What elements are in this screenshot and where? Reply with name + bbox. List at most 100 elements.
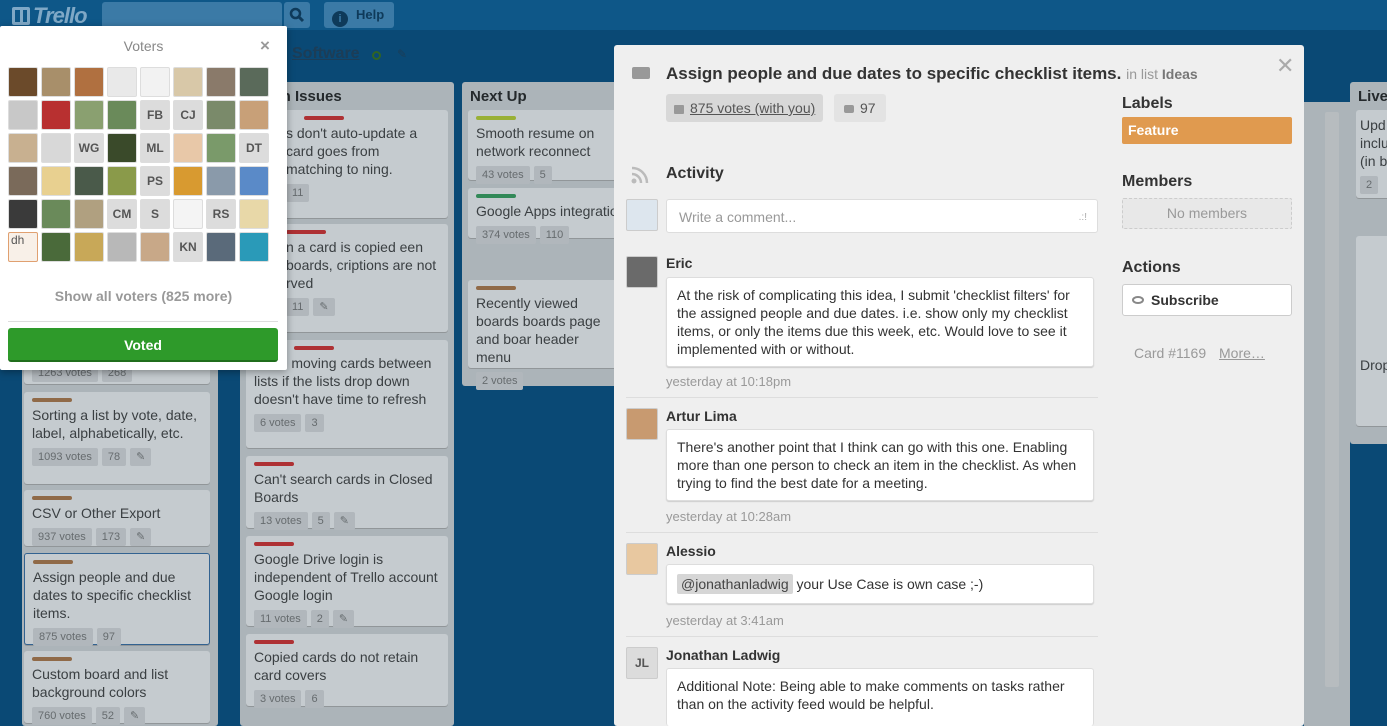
card-detail-title[interactable]: Assign people and due dates to specific … — [666, 64, 1198, 84]
list-card[interactable]: CSV or Other Export 937 votes 173 ✎ — [24, 490, 210, 546]
avatar[interactable] — [626, 256, 658, 288]
voter-avatar[interactable] — [107, 166, 137, 196]
voter-avatar[interactable] — [74, 199, 104, 229]
avatar[interactable]: JL — [626, 647, 658, 679]
voter-avatar[interactable]: CJ — [173, 100, 203, 130]
voter-avatar[interactable] — [239, 100, 269, 130]
vote-button[interactable]: 875 votes (with you) — [666, 94, 824, 122]
mention-link[interactable]: @jonathanladwig — [677, 574, 793, 594]
label-strip — [254, 542, 294, 546]
list-card[interactable]: Upd inclu (in b 2 — [1356, 110, 1387, 198]
pencil-icon[interactable]: ✎ — [123, 707, 146, 725]
avatar[interactable] — [626, 408, 658, 440]
label-feature[interactable]: Feature — [1122, 117, 1292, 144]
voter-avatar[interactable]: CM — [107, 199, 137, 229]
voted-button[interactable]: Voted — [8, 328, 278, 362]
voter-avatar[interactable] — [140, 67, 170, 97]
board-title[interactable]: Software — [292, 45, 360, 63]
voter-avatar[interactable]: KN — [173, 232, 203, 262]
voter-avatar[interactable] — [8, 166, 38, 196]
show-all-voters-link[interactable]: Show all voters (825 more) — [0, 288, 287, 304]
voter-avatar[interactable]: PS — [140, 166, 170, 196]
comment-time[interactable]: yesterday at 10:28am — [666, 509, 791, 524]
pencil-icon[interactable]: ✎ — [130, 528, 152, 546]
help-button[interactable]: i Help — [324, 2, 395, 28]
list-name-link[interactable]: Ideas — [1162, 66, 1198, 82]
close-icon[interactable]: × — [260, 36, 270, 56]
comment-time[interactable]: yesterday at 10:18pm — [666, 374, 791, 389]
voter-avatar[interactable] — [173, 67, 203, 97]
board-visibility-icon[interactable] — [372, 51, 381, 60]
voter-avatar[interactable]: FB — [140, 100, 170, 130]
voter-avatar[interactable] — [239, 199, 269, 229]
search-input[interactable] — [102, 2, 282, 28]
list-card[interactable]: Google Apps integratio 374 votes 110 — [468, 188, 618, 244]
voter-avatar[interactable] — [107, 67, 137, 97]
voter-avatar[interactable]: S — [140, 199, 170, 229]
list-card[interactable]: Smooth resume on network reconnect 43 vot… — [468, 110, 614, 184]
voter-avatar[interactable] — [206, 100, 236, 130]
list-scrollbar[interactable] — [1325, 112, 1339, 687]
pencil-icon[interactable]: ✎ — [130, 448, 152, 466]
voter-avatar[interactable] — [41, 133, 71, 163]
voter-avatar[interactable]: RS — [206, 199, 236, 229]
pencil-icon[interactable]: ✎ — [397, 47, 407, 61]
voter-avatar[interactable]: DT — [239, 133, 269, 163]
voter-avatar[interactable] — [173, 133, 203, 163]
no-members-placeholder[interactable]: No members — [1122, 198, 1292, 229]
voter-avatar[interactable] — [173, 199, 203, 229]
voter-avatar[interactable] — [206, 133, 236, 163]
voter-avatar[interactable] — [41, 232, 71, 262]
voter-avatar[interactable]: ML — [140, 133, 170, 163]
list-card[interactable]: Google Drive login is independent of Tre… — [246, 536, 448, 628]
voter-avatar[interactable] — [8, 100, 38, 130]
voter-avatar[interactable] — [107, 232, 137, 262]
avatar[interactable] — [626, 543, 658, 575]
voter-avatar[interactable] — [140, 232, 170, 262]
comment-input[interactable]: Write a comment....:! — [666, 199, 1098, 233]
list-card[interactable]: Sorting a list by vote, date, label, alp… — [24, 392, 210, 484]
more-link[interactable]: More… — [1219, 345, 1265, 361]
list-card[interactable]: Can't search cards in Closed Boards 13 vo… — [246, 456, 448, 530]
list-card[interactable]: Drop — [1356, 236, 1387, 426]
voter-avatar[interactable] — [239, 166, 269, 196]
voter-avatar[interactable] — [41, 67, 71, 97]
resize-grip-icon[interactable]: .:! — [1079, 212, 1087, 223]
voter-avatar[interactable] — [41, 199, 71, 229]
voter-avatar[interactable]: WG — [74, 133, 104, 163]
comment-author[interactable]: Eric — [666, 255, 692, 271]
voter-avatar[interactable] — [74, 100, 104, 130]
search-button[interactable] — [284, 2, 310, 28]
pencil-icon[interactable]: ✎ — [332, 610, 355, 628]
list-card[interactable]: Recently viewed boards boards page and b… — [468, 280, 614, 390]
list-card-active[interactable]: Assign people and due dates to specific … — [24, 553, 210, 646]
voter-avatar[interactable] — [74, 67, 104, 97]
voter-avatar[interactable]: dh — [8, 232, 38, 262]
voter-avatar[interactable] — [239, 67, 269, 97]
voter-avatar[interactable] — [8, 133, 38, 163]
comment-author[interactable]: Jonathan Ladwig — [666, 647, 780, 663]
voter-avatar[interactable] — [107, 133, 137, 163]
comment-time[interactable]: yesterday at 3:41am — [666, 613, 784, 628]
pencil-icon[interactable]: ✎ — [313, 298, 335, 316]
voter-avatar[interactable] — [74, 232, 104, 262]
comment-author[interactable]: Alessio — [666, 543, 716, 559]
voter-avatar[interactable] — [206, 166, 236, 196]
voter-avatar[interactable] — [41, 100, 71, 130]
voter-avatar[interactable] — [206, 67, 236, 97]
comment-author[interactable]: Artur Lima — [666, 408, 737, 424]
voter-avatar[interactable] — [74, 166, 104, 196]
voter-avatar[interactable] — [41, 166, 71, 196]
voter-avatar[interactable] — [173, 166, 203, 196]
list-card[interactable]: Copied cards do not retain card covers 3 … — [246, 634, 448, 708]
card-title: Sorting a list by vote, date, label, alp… — [32, 407, 197, 441]
subscribe-button[interactable]: Subscribe — [1122, 284, 1292, 316]
voter-avatar[interactable] — [8, 199, 38, 229]
voter-avatar[interactable] — [239, 232, 269, 262]
voter-avatar[interactable] — [8, 67, 38, 97]
list-card[interactable]: Custom board and list background colors 7… — [24, 651, 210, 725]
voter-avatar[interactable] — [107, 100, 137, 130]
voter-avatar[interactable] — [206, 232, 236, 262]
close-icon[interactable]: ✕ — [1276, 53, 1294, 79]
pencil-icon[interactable]: ✎ — [333, 512, 355, 530]
